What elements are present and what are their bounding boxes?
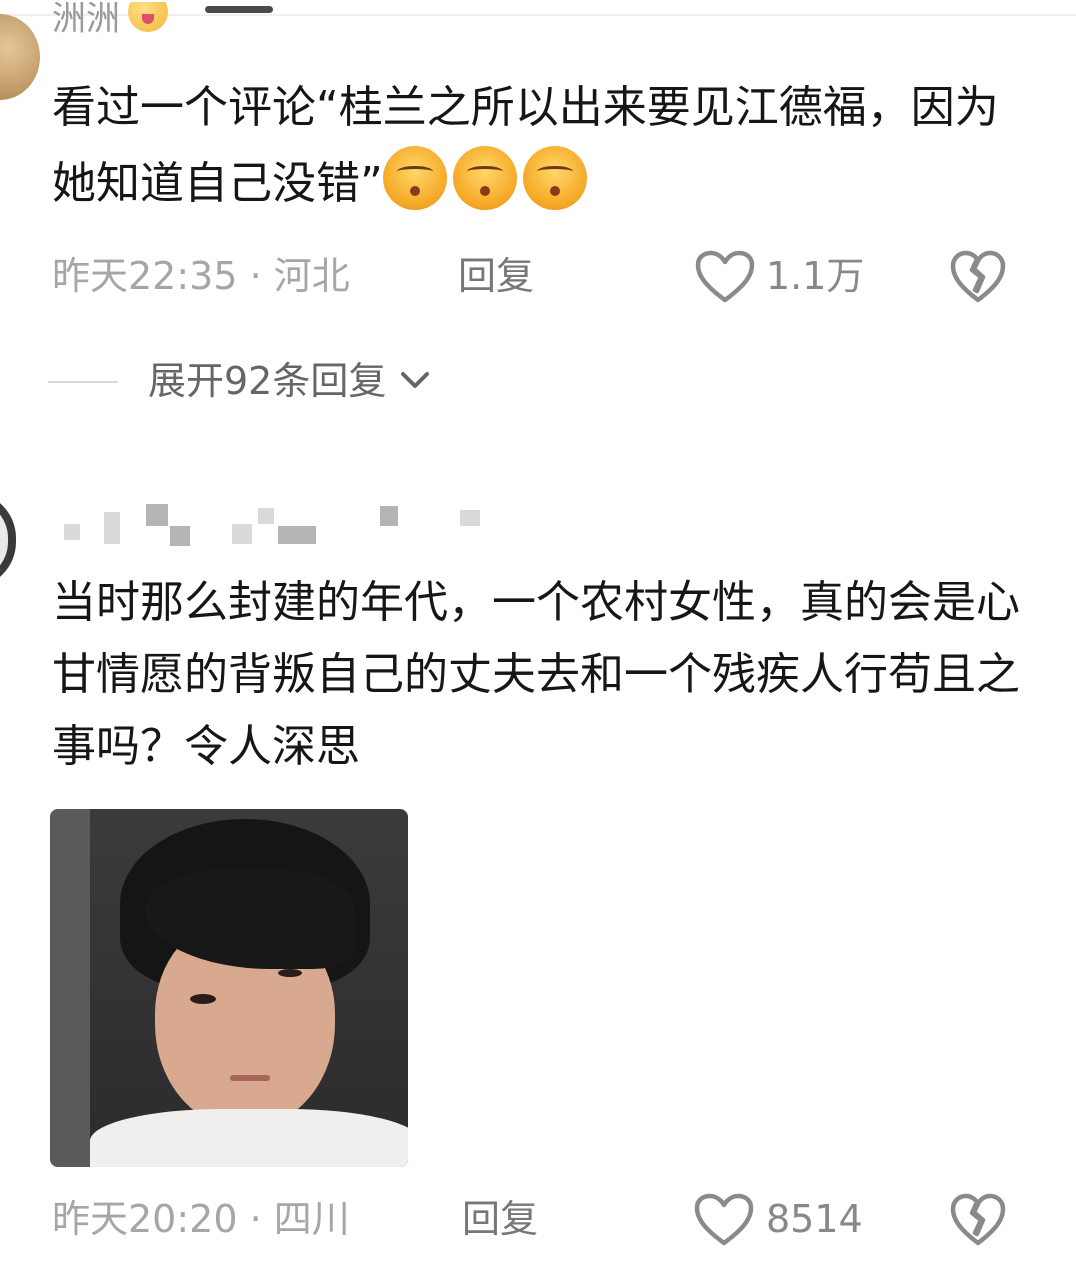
emoji-icon <box>382 146 447 210</box>
comment-username[interactable]: 洲洲 <box>52 2 168 40</box>
heart-outline-icon <box>695 250 755 303</box>
comment-image[interactable] <box>50 809 408 1167</box>
chevron-down-icon <box>401 372 430 388</box>
emoji-icon <box>452 146 517 210</box>
reply-button[interactable]: 回复 <box>458 254 534 298</box>
broken-heart-icon[interactable] <box>950 1193 1006 1247</box>
emoji-icon <box>522 146 587 210</box>
heart-outline-icon <box>694 1193 754 1246</box>
expand-replies-label: 展开92条回复 <box>148 358 432 404</box>
like-count: 1.1万 <box>766 254 865 298</box>
expand-replies-text: 展开92条回复 <box>148 359 387 403</box>
avatar[interactable] <box>0 14 40 100</box>
drag-handle[interactable] <box>205 6 273 13</box>
reply-button[interactable]: 回复 <box>462 1197 538 1241</box>
comment-text: 当时那么封建的年代，一个农村女性，真的会是心甘情愿的背叛自己的丈夫去和一个残疾人… <box>52 577 1020 772</box>
meta-separator: · <box>249 1197 262 1241</box>
broken-heart-icon[interactable] <box>950 250 1006 304</box>
comment-location: 河北 <box>273 254 350 298</box>
comment-time: 昨天20:20 <box>52 1197 238 1241</box>
comment-meta: 昨天20:20 · 四川 <box>52 1197 350 1241</box>
comment-time: 昨天22:35 <box>52 254 238 298</box>
username-text: 洲洲 <box>52 2 120 39</box>
comment-location: 四川 <box>273 1197 350 1241</box>
tongue-emoji-icon <box>128 2 168 32</box>
meta-separator: · <box>249 254 262 298</box>
comment-meta: 昨天22:35 · 河北 <box>52 254 350 298</box>
like-count: 8514 <box>766 1197 863 1241</box>
expand-divider <box>48 381 118 383</box>
comment-text: 看过一个评论“桂兰之所以出来要见江德福，因为她知道自己没错” <box>52 70 1012 222</box>
avatar[interactable] <box>0 492 16 588</box>
